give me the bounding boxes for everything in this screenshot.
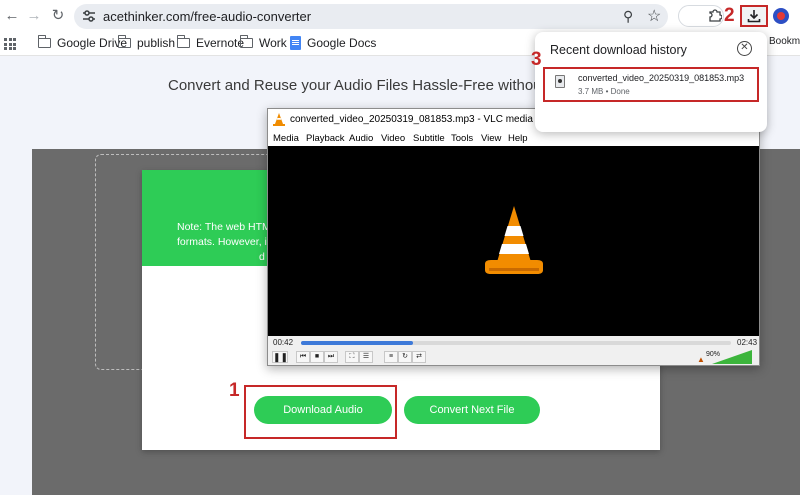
menu-audio[interactable]: Audio xyxy=(349,133,373,144)
annotation-box-download-button xyxy=(244,385,397,439)
menu-playback[interactable]: Playback xyxy=(306,133,345,144)
back-arrow-icon[interactable]: ← xyxy=(2,6,22,26)
volume-percent: 90% xyxy=(706,351,721,358)
bookmark-google-drive[interactable]: Google Drive xyxy=(37,35,128,50)
site-settings-icon[interactable] xyxy=(82,9,96,23)
seek-bar-progress xyxy=(301,341,413,345)
bookmark-star-icon[interactable]: ☆ xyxy=(647,6,661,26)
vlc-cone-icon xyxy=(273,113,285,126)
bookmark-label: Evernote xyxy=(196,36,245,50)
url-text[interactable]: acethinker.com/free-audio-converter xyxy=(103,9,311,24)
annotation-step-1: 1 xyxy=(229,380,240,401)
total-time: 02:43 xyxy=(737,338,758,347)
vlc-video-area[interactable] xyxy=(268,146,759,336)
folder-icon xyxy=(176,35,190,48)
bookmark-work[interactable]: Work xyxy=(239,35,287,50)
note-text-line-2: formats. However, it d xyxy=(177,236,279,248)
convert-next-file-button[interactable]: Convert Next File xyxy=(404,396,540,424)
apps-grid-icon[interactable] xyxy=(4,38,16,50)
note-text-line-1: Note: The web HTM xyxy=(177,221,271,233)
bookmark-publish[interactable]: publish xyxy=(117,35,176,50)
playlist-button[interactable]: ≡ xyxy=(384,351,398,363)
next-button[interactable]: ⏭ xyxy=(324,351,338,363)
folder-icon xyxy=(239,35,253,48)
download-history-popup: Recent download history ✕ converted_vide… xyxy=(535,32,767,132)
downloads-button[interactable] xyxy=(740,5,768,27)
fullscreen-button[interactable]: ⛶ xyxy=(345,351,359,363)
close-popup-icon[interactable]: ✕ xyxy=(737,41,752,56)
download-history-title: Recent download history xyxy=(550,43,687,57)
account-avatar[interactable] xyxy=(773,8,789,24)
download-item[interactable]: converted_video_20250319_081853.mp3 3.7 … xyxy=(543,67,759,102)
vlc-menu-bar: Media Playback Audio Video Subtitle Tool… xyxy=(268,131,759,147)
browser-toolbar: ← → ↻ acethinker.com/free-audio-converte… xyxy=(0,0,800,32)
google-docs-icon xyxy=(290,36,301,50)
extensions-puzzle-icon[interactable] xyxy=(708,8,722,22)
volume-speaker-icon[interactable]: ▲ xyxy=(697,355,705,364)
menu-subtitle[interactable]: Subtitle xyxy=(413,133,445,144)
page-title: Convert and Reuse your Audio Files Hassl… xyxy=(168,77,546,94)
menu-video[interactable]: Video xyxy=(381,133,405,144)
bookmarks-overflow-label[interactable]: Bookma xyxy=(769,36,800,47)
shuffle-button[interactable]: ⇄ xyxy=(412,351,426,363)
vlc-control-bar: 00:42 02:43 ❚❚ ⏮ ■ ⏭ ⛶ ☰ ≡ ↻ ⇄ ▲ 90% xyxy=(268,336,759,365)
annotation-step-2: 2 xyxy=(724,5,735,26)
forward-arrow-icon[interactable]: → xyxy=(24,6,44,26)
zoom-icon[interactable]: ⚲ xyxy=(623,8,633,25)
bookmark-label: Google Docs xyxy=(307,36,377,50)
bookmark-label: Work xyxy=(259,36,287,50)
reload-icon[interactable]: ↻ xyxy=(48,6,68,26)
bookmark-label: Google Drive xyxy=(57,36,128,50)
stop-button[interactable]: ■ xyxy=(310,351,324,363)
menu-view[interactable]: View xyxy=(481,133,501,144)
annotation-step-3: 3 xyxy=(531,49,542,70)
audio-file-icon xyxy=(555,75,565,88)
extended-settings-button[interactable]: ☰ xyxy=(359,351,373,363)
loop-button[interactable]: ↻ xyxy=(398,351,412,363)
vlc-window: converted_video_20250319_081853.mp3 - VL… xyxy=(267,108,760,366)
vlc-window-title: converted_video_20250319_081853.mp3 - VL… xyxy=(290,114,563,125)
download-file-name[interactable]: converted_video_20250319_081853.mp3 xyxy=(578,73,744,83)
menu-media[interactable]: Media xyxy=(273,133,299,144)
vlc-cone-logo-icon xyxy=(485,206,543,274)
folder-icon xyxy=(117,35,131,48)
bookmark-evernote[interactable]: Evernote xyxy=(176,35,245,50)
menu-tools[interactable]: Tools xyxy=(451,133,473,144)
folder-icon xyxy=(37,35,51,48)
elapsed-time: 00:42 xyxy=(273,338,294,347)
menu-help[interactable]: Help xyxy=(508,133,528,144)
address-bar[interactable]: acethinker.com/free-audio-converter ⚲ ☆ xyxy=(74,4,668,29)
bookmark-label: publish xyxy=(137,36,176,50)
previous-button[interactable]: ⏮ xyxy=(296,351,310,363)
note-text-line-3: d xyxy=(259,251,265,263)
pause-button[interactable]: ❚❚ xyxy=(272,351,288,363)
download-file-meta: 3.7 MB • Done xyxy=(578,87,630,96)
download-icon xyxy=(747,10,761,23)
seek-bar[interactable] xyxy=(301,341,731,345)
bookmark-google-docs[interactable]: Google Docs xyxy=(290,36,376,50)
